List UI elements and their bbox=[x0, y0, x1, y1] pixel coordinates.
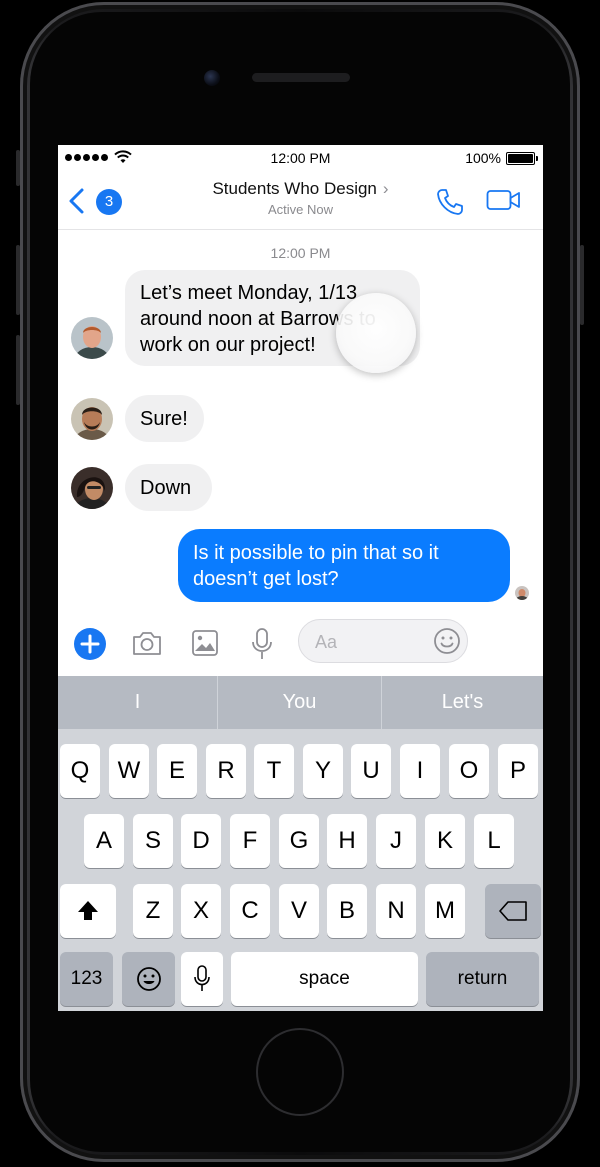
keyboard: I You Let's Q W E R T Y U I O P A S D F … bbox=[58, 676, 543, 1011]
key-n[interactable]: N bbox=[376, 884, 416, 938]
microphone-icon bbox=[194, 965, 210, 991]
key-q[interactable]: Q bbox=[60, 744, 100, 798]
message-input[interactable]: Aa bbox=[298, 619, 468, 663]
message-text: Is it possible to pin that so it doesn’t… bbox=[193, 542, 439, 590]
video-call-icon[interactable] bbox=[486, 189, 522, 211]
message-text: Down bbox=[140, 477, 192, 499]
sender-avatar[interactable] bbox=[71, 398, 113, 440]
key-m[interactable]: M bbox=[425, 884, 465, 938]
message-bubble[interactable]: Sure! bbox=[125, 395, 204, 442]
conversation-title-text: Students Who Design bbox=[212, 179, 377, 198]
chevron-right-icon: › bbox=[382, 179, 389, 198]
camera-icon[interactable] bbox=[131, 629, 163, 657]
status-bar: 12:00 PM 100% bbox=[58, 145, 543, 171]
key-z[interactable]: Z bbox=[133, 884, 173, 938]
microphone-icon[interactable] bbox=[250, 627, 274, 661]
key-d[interactable]: D bbox=[181, 814, 221, 868]
phone-call-icon[interactable] bbox=[435, 187, 465, 217]
key-y[interactable]: Y bbox=[303, 744, 343, 798]
emoji-icon bbox=[137, 967, 161, 991]
power-button bbox=[580, 245, 584, 325]
volume-down-button bbox=[16, 335, 20, 405]
active-status: Active Now bbox=[267, 202, 334, 217]
touch-indicator bbox=[336, 293, 416, 373]
sender-avatar[interactable] bbox=[71, 317, 113, 359]
message-bubble[interactable]: Down bbox=[125, 464, 212, 511]
suggestion-1[interactable]: I bbox=[58, 676, 217, 729]
backspace-icon bbox=[499, 901, 527, 921]
key-p[interactable]: P bbox=[498, 744, 538, 798]
conversation-title[interactable]: Students Who Design › bbox=[58, 179, 543, 199]
battery-icon bbox=[506, 152, 538, 165]
key-h[interactable]: H bbox=[327, 814, 367, 868]
key-c[interactable]: C bbox=[230, 884, 270, 938]
message-text: Sure! bbox=[140, 408, 188, 430]
message-timestamp: 12:00 PM bbox=[270, 245, 331, 261]
sender-avatar[interactable] bbox=[71, 467, 113, 509]
shift-key[interactable] bbox=[60, 884, 116, 938]
key-f[interactable]: F bbox=[230, 814, 270, 868]
key-t[interactable]: T bbox=[254, 744, 294, 798]
key-o[interactable]: O bbox=[449, 744, 489, 798]
dictation-key[interactable] bbox=[181, 952, 223, 1006]
conversation-header: 3 Students Who Design › Active Now bbox=[58, 171, 543, 230]
photo-gallery-icon[interactable] bbox=[191, 629, 219, 657]
backspace-key[interactable] bbox=[485, 884, 541, 938]
key-u[interactable]: U bbox=[351, 744, 391, 798]
volume-up-button bbox=[16, 245, 20, 315]
screen: 12:00 PM 100% 3 Students Who Design › Act… bbox=[58, 145, 543, 1011]
emoji-icon[interactable] bbox=[433, 627, 461, 655]
front-camera bbox=[204, 70, 220, 86]
shift-icon bbox=[78, 901, 98, 920]
suggestion-3[interactable]: Let's bbox=[382, 676, 543, 729]
key-g[interactable]: G bbox=[279, 814, 319, 868]
key-v[interactable]: V bbox=[279, 884, 319, 938]
home-button[interactable] bbox=[258, 1030, 342, 1114]
suggestion-2[interactable]: You bbox=[218, 676, 381, 729]
key-k[interactable]: K bbox=[425, 814, 465, 868]
suggestion-bar: I You Let's bbox=[58, 676, 543, 729]
space-key[interactable]: space bbox=[231, 952, 418, 1006]
add-button[interactable] bbox=[74, 628, 106, 660]
outgoing-message-bubble[interactable]: Is it possible to pin that so it doesn’t… bbox=[178, 529, 510, 602]
key-e[interactable]: E bbox=[157, 744, 197, 798]
key-r[interactable]: R bbox=[206, 744, 246, 798]
key-l[interactable]: L bbox=[474, 814, 514, 868]
earpiece-speaker bbox=[252, 73, 350, 82]
return-key[interactable]: return bbox=[426, 952, 539, 1006]
message-composer: Aa bbox=[58, 615, 543, 675]
message-input-placeholder: Aa bbox=[315, 632, 338, 652]
key-j[interactable]: J bbox=[376, 814, 416, 868]
key-w[interactable]: W bbox=[109, 744, 149, 798]
key-x[interactable]: X bbox=[181, 884, 221, 938]
emoji-keyboard-key[interactable] bbox=[122, 952, 175, 1006]
plus-icon bbox=[80, 634, 100, 654]
mute-switch bbox=[16, 150, 20, 186]
read-receipt-avatar bbox=[515, 586, 529, 600]
key-i[interactable]: I bbox=[400, 744, 440, 798]
key-b[interactable]: B bbox=[327, 884, 367, 938]
key-s[interactable]: S bbox=[133, 814, 173, 868]
numbers-key[interactable]: 123 bbox=[60, 952, 113, 1006]
battery-percent: 100% bbox=[465, 150, 501, 166]
key-a[interactable]: A bbox=[84, 814, 124, 868]
